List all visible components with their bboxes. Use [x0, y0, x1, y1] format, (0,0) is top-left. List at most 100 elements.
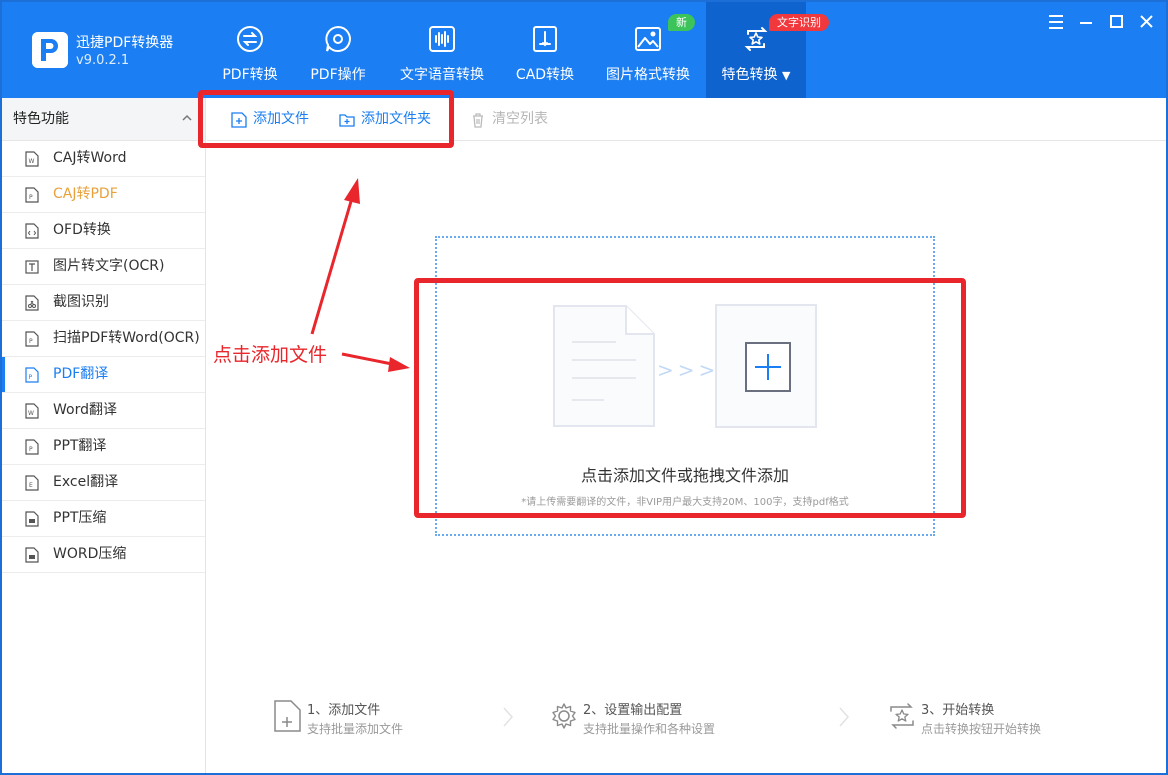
ppt-translate-icon: P	[25, 439, 39, 455]
sidebar-title: 特色功能	[13, 111, 69, 127]
sidebar-item-excel-translate[interactable]: E Excel翻译	[2, 465, 205, 501]
maximize-button[interactable]	[1106, 12, 1126, 32]
clear-list-button[interactable]: 清空列表	[470, 98, 548, 141]
sidebar-item-ppt-compress[interactable]: PPT压缩	[2, 501, 205, 537]
sidebar-item-label: PPT压缩	[53, 510, 107, 526]
drop-zone-title: 点击添加文件或拖拽文件添加	[580, 466, 789, 485]
tab-label: CAD转换	[515, 67, 575, 83]
ppt-compress-icon	[25, 511, 39, 527]
sidebar-item-screenshot-ocr[interactable]: 截图识别	[2, 285, 205, 321]
pdf-convert-icon	[237, 26, 263, 52]
app-window: 迅捷PDF转换器 v9.0.2.1 PDF转换 PDF操作 文字语音转换 CAD…	[0, 0, 1168, 775]
step-title: 2、设置输出配置	[583, 703, 683, 718]
svg-text:W: W	[29, 158, 35, 165]
pdf-translate-icon: P	[25, 367, 39, 383]
sidebar-header[interactable]: 特色功能	[2, 98, 205, 141]
word-translate-icon: W	[25, 403, 39, 419]
minimize-button[interactable]	[1076, 12, 1096, 32]
toolbar: 添加文件 添加文件夹 清空列表	[207, 98, 1166, 141]
svg-text:P: P	[29, 194, 33, 201]
step-desc: 点击转换按钮开始转换	[921, 722, 1042, 736]
file-drop-zone[interactable]	[435, 236, 935, 536]
document-illustration-icon	[553, 305, 655, 427]
drop-zone-hint: *请上传需要翻译的文件，非VIP用户最大支持20M、100字，支持pdf格式	[521, 497, 849, 508]
annotation-arrow-right	[341, 352, 393, 366]
pdf-file-icon: P	[25, 187, 39, 203]
add-file-step-icon	[274, 700, 301, 732]
arrows-icon: >>>	[657, 358, 720, 382]
cad-icon	[533, 26, 557, 52]
sidebar-item-label: PDF翻译	[53, 366, 109, 382]
chevron-right-icon	[839, 707, 850, 727]
minimize-icon	[1080, 22, 1092, 24]
sidebar-item-ppt-translate[interactable]: P PPT翻译	[2, 429, 205, 465]
sidebar-item-pdf-translate[interactable]: P PDF翻译	[2, 357, 205, 393]
annotation-arrowhead-up	[344, 178, 360, 204]
sidebar-item-label: 扫描PDF转Word(OCR)	[53, 330, 200, 346]
sidebar-item-label: Word翻译	[53, 402, 117, 418]
gear-icon	[552, 703, 576, 729]
annotation-arrowhead-right	[388, 357, 410, 372]
tab-text-voice[interactable]: 文字语音转换	[392, 2, 492, 98]
word-file-icon: W	[25, 151, 39, 167]
dropdown-caret-icon: ▼	[781, 69, 791, 82]
add-file-button[interactable]: 添加文件	[231, 98, 309, 141]
tab-label: PDF操作	[310, 67, 366, 83]
add-file-icon	[231, 112, 247, 128]
star-convert-icon	[744, 27, 768, 51]
menu-icon	[1049, 15, 1063, 29]
trash-icon	[473, 113, 483, 128]
excel-translate-icon: E	[25, 475, 39, 491]
code-file-icon	[25, 223, 39, 239]
image-icon	[635, 27, 661, 51]
step-title: 1、添加文件	[307, 703, 381, 718]
tab-label: 文字语音转换	[400, 67, 484, 83]
badge-ocr: 文字识别	[769, 14, 829, 31]
add-folder-button[interactable]: 添加文件夹	[339, 98, 431, 141]
tab-label-text: 特色转换	[721, 67, 778, 83]
app-name: 迅捷PDF转换器	[76, 35, 174, 51]
header-bar: 迅捷PDF转换器 v9.0.2.1 PDF转换 PDF操作 文字语音转换 CAD…	[2, 2, 1166, 98]
chevron-right-icon	[503, 707, 514, 727]
tab-cad[interactable]: CAD转换	[502, 2, 588, 98]
add-file-box[interactable]	[715, 304, 817, 428]
plus-icon	[745, 342, 791, 392]
tab-label: 特色转换 ▼	[706, 64, 806, 84]
tab-label: PDF转换	[222, 67, 278, 83]
svg-text:P: P	[29, 446, 33, 453]
sidebar-item-caj-word[interactable]: W CAJ转Word	[2, 141, 205, 177]
audio-wave-icon	[429, 26, 455, 52]
maximize-icon	[1110, 15, 1123, 28]
app-logo-icon	[32, 32, 68, 68]
sidebar-item-word-translate[interactable]: W Word翻译	[2, 393, 205, 429]
word-compress-icon	[25, 547, 39, 563]
step-desc: 支持批量添加文件	[307, 722, 404, 736]
sidebar-item-label: OFD转换	[53, 222, 111, 238]
sidebar-item-label: PPT翻译	[53, 438, 107, 454]
step-desc: 支持批量操作和各种设置	[583, 722, 716, 736]
sidebar-item-image-ocr[interactable]: 图片转文字(OCR)	[2, 249, 205, 285]
sidebar-item-label: 截图识别	[53, 294, 109, 310]
svg-text:P: P	[29, 374, 33, 381]
svg-text:W: W	[28, 410, 34, 417]
svg-text:P: P	[29, 338, 33, 345]
convert-star-icon	[890, 703, 914, 729]
close-button[interactable]	[1136, 12, 1156, 32]
sidebar-item-scan-pdf-word[interactable]: P 扫描PDF转Word(OCR)	[2, 321, 205, 357]
sidebar-item-label: WORD压缩	[53, 546, 127, 562]
menu-button[interactable]	[1046, 12, 1066, 32]
scissors-file-icon	[25, 295, 39, 311]
scan-file-icon: P	[25, 331, 39, 347]
sidebar-item-ofd[interactable]: OFD转换	[2, 213, 205, 249]
pdf-operate-icon	[325, 25, 351, 52]
tab-pdf-operate[interactable]: PDF操作	[295, 2, 381, 98]
sidebar-item-label: CAJ转Word	[53, 150, 127, 166]
annotation-label: 点击添加文件	[213, 344, 328, 366]
badge-new: 新	[668, 14, 695, 31]
tab-pdf-convert[interactable]: PDF转换	[207, 2, 293, 98]
sidebar-item-word-compress[interactable]: WORD压缩	[2, 537, 205, 573]
chevron-up-icon	[182, 114, 192, 121]
tab-label: 图片格式转换	[606, 67, 690, 83]
add-folder-icon	[339, 114, 355, 127]
sidebar-item-caj-pdf[interactable]: P CAJ转PDF	[2, 177, 205, 213]
